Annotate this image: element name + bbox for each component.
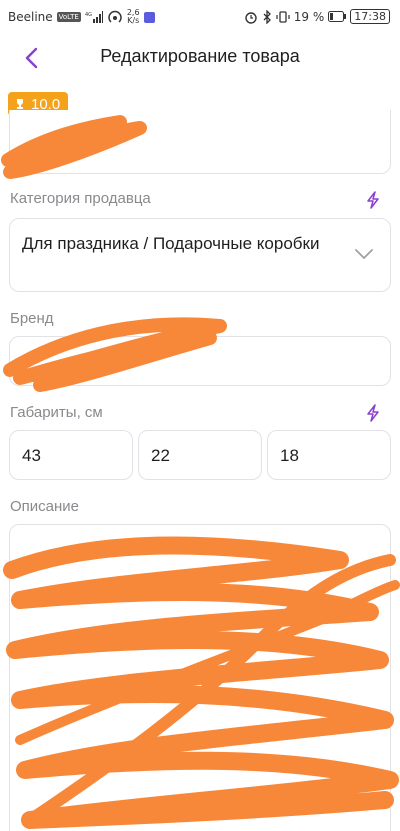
volte-badge: VoLTE: [56, 12, 81, 22]
lightning-icon[interactable]: [364, 404, 382, 422]
description-textarea[interactable]: [9, 524, 391, 831]
speed-unit: K/s: [127, 16, 140, 25]
length-value: 43: [22, 446, 41, 465]
category-select[interactable]: Для праздника / Подарочные коробки: [9, 218, 391, 292]
previous-field[interactable]: [9, 110, 391, 174]
trophy-icon: [17, 99, 23, 109]
width-value: 22: [151, 446, 170, 465]
chevron-down-icon: [355, 249, 373, 259]
dimensions-label: Габариты, см: [10, 404, 103, 421]
height-input[interactable]: 18: [267, 430, 391, 480]
carrier-name: Beeline: [8, 10, 53, 24]
lightning-icon[interactable]: [364, 191, 382, 209]
height-value: 18: [280, 446, 299, 465]
category-value: Для праздника / Подарочные коробки: [22, 234, 320, 253]
app-notification-icon: [143, 11, 155, 23]
hotspot-icon: [107, 10, 123, 24]
bluetooth-icon: [262, 9, 272, 24]
brand-field[interactable]: [9, 336, 391, 386]
description-label: Описание: [10, 498, 80, 515]
svg-text:4G: 4G: [85, 12, 92, 18]
alarm-icon: [244, 10, 258, 24]
clock: 17:38: [350, 9, 390, 24]
brand-label: Бренд: [10, 310, 54, 327]
signal-icon: 4G: [85, 11, 103, 23]
length-input[interactable]: 43: [9, 430, 133, 480]
status-bar: Beeline VoLTE 4G 2,6 K/s 19 % 17:38: [0, 0, 400, 32]
battery-icon: [328, 11, 347, 22]
vibrate-icon: [276, 10, 290, 24]
category-label: Категория продавца: [10, 190, 151, 207]
app-header: Редактирование товара: [0, 32, 400, 82]
battery-percent: 19 %: [293, 9, 325, 24]
page-title: Редактирование товара: [100, 46, 300, 66]
width-input[interactable]: 22: [138, 430, 262, 480]
